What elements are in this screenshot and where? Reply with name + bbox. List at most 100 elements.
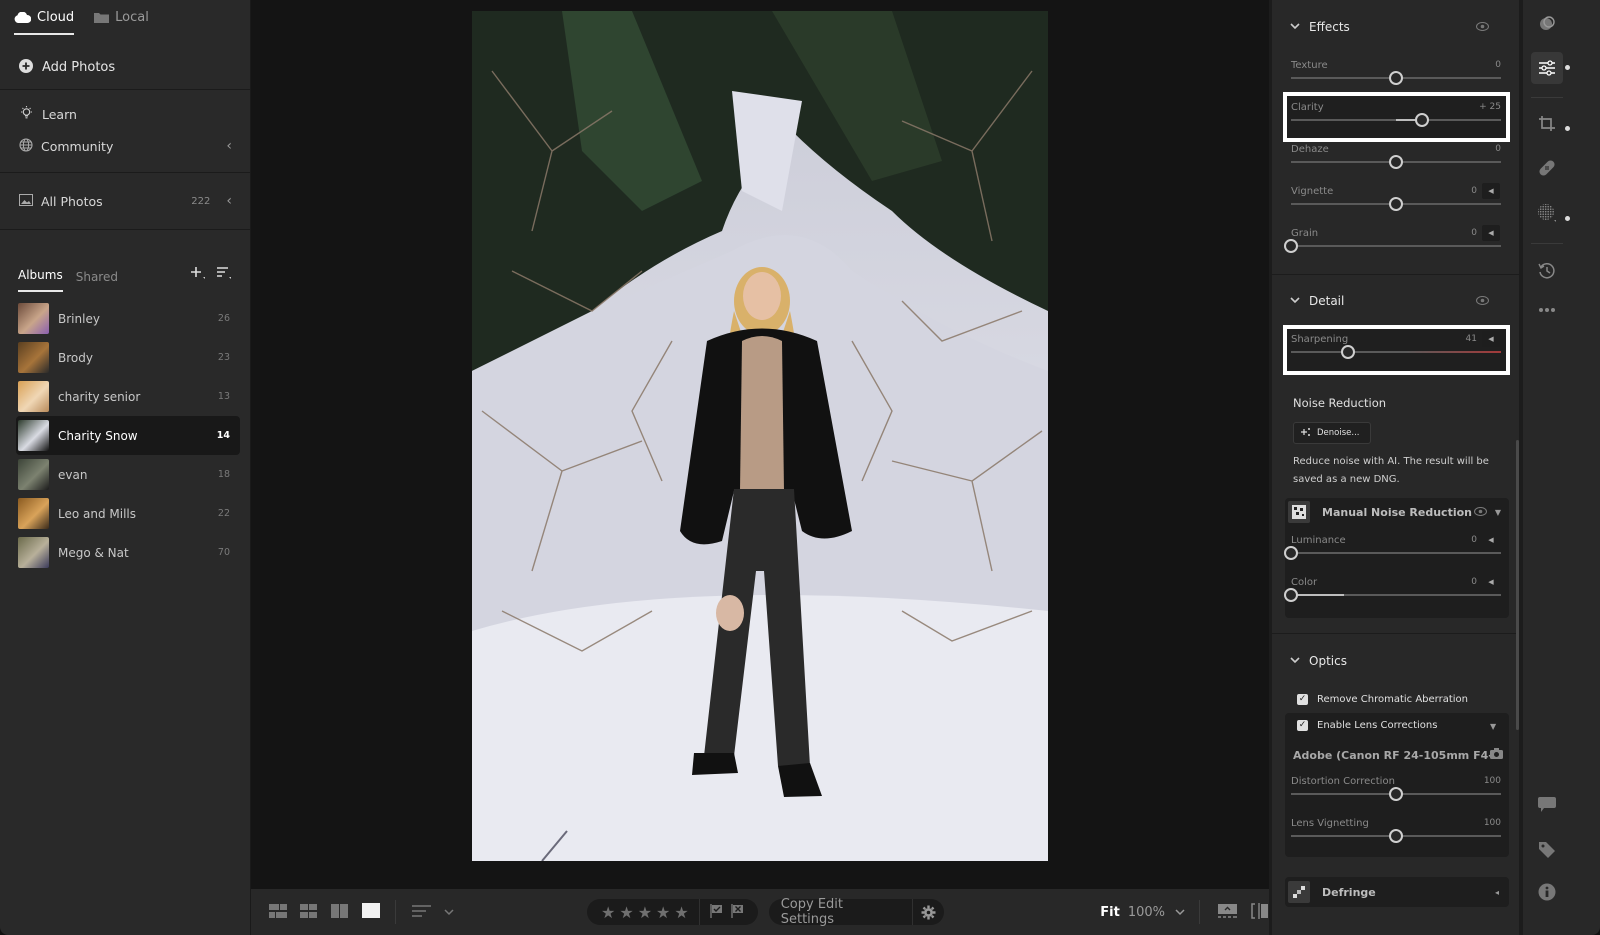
edit-panel-scrollbar[interactable] — [1516, 440, 1519, 730]
album-item[interactable]: Brinley 26 — [16, 299, 240, 338]
tab-cloud[interactable]: Cloud — [14, 10, 75, 35]
slider-thumb[interactable] — [1415, 113, 1430, 127]
chevron-left-icon[interactable]: ‹ — [226, 193, 232, 209]
slider-value[interactable]: 100 — [1484, 818, 1501, 828]
crop-icon[interactable] — [1531, 108, 1563, 140]
lens-profile-selector[interactable]: Adobe (Canon RF 24-105mm F4-7.... — [1293, 748, 1503, 762]
slider-track[interactable] — [1284, 588, 1501, 602]
slider-value[interactable]: 0 — [1495, 144, 1501, 154]
slider-value[interactable]: 0 — [1471, 577, 1477, 587]
add-album-icon[interactable] — [190, 266, 206, 284]
slider-thumb[interactable] — [1389, 787, 1403, 801]
masking-icon[interactable] — [1531, 197, 1563, 229]
slider-thumb[interactable] — [1389, 155, 1403, 169]
grid-view-icon[interactable] — [300, 903, 317, 921]
slider-thumb[interactable] — [1284, 588, 1298, 602]
slider-track[interactable] — [1291, 829, 1501, 843]
history-icon[interactable] — [1531, 255, 1563, 287]
show-original-icon[interactable] — [1218, 903, 1237, 921]
detail-section-header[interactable]: Detail — [1290, 294, 1344, 308]
defringe-panel[interactable]: Defringe ◂ — [1285, 877, 1509, 907]
slider-value[interactable]: 0 — [1495, 60, 1501, 70]
star-icon[interactable]: ★ — [674, 903, 688, 922]
fit-zoom-button[interactable]: Fit — [1100, 905, 1120, 920]
album-item[interactable]: Charity Snow 14 — [16, 416, 240, 455]
tab-local[interactable]: Local — [94, 10, 149, 33]
tab-albums[interactable]: Albums — [18, 268, 63, 292]
slider-value[interactable]: 100 — [1484, 776, 1501, 786]
expand-arrow-icon[interactable]: ◀ — [1482, 225, 1500, 241]
album-item[interactable]: Leo and Mills 22 — [16, 494, 240, 533]
dropdown-arrow-icon[interactable]: ▼ — [1490, 722, 1496, 731]
detail-view-icon[interactable] — [362, 903, 380, 921]
chevron-left-icon[interactable]: ‹ — [226, 138, 232, 154]
reject-flag-icon[interactable] — [731, 903, 744, 921]
dropdown-arrow-icon[interactable]: ▼ — [1495, 508, 1501, 517]
slider-track[interactable] — [1291, 345, 1501, 359]
slider-value[interactable]: 41 — [1466, 334, 1477, 344]
compare-view-icon[interactable] — [331, 903, 348, 921]
slider-track[interactable] — [1284, 239, 1501, 253]
slider-track[interactable] — [1284, 546, 1501, 560]
slider-thumb[interactable] — [1340, 345, 1355, 359]
album-item[interactable]: Brody 23 — [16, 338, 240, 377]
slider-track[interactable] — [1291, 155, 1501, 169]
album-item[interactable]: Mego & Nat 70 — [16, 533, 240, 572]
album-item[interactable]: evan 18 — [16, 455, 240, 494]
copy-edit-settings-button[interactable]: Copy Edit Settings — [769, 897, 913, 927]
tab-shared[interactable]: Shared — [76, 270, 118, 292]
expand-arrow-icon[interactable]: ◀ — [1482, 574, 1500, 590]
expand-arrow-icon[interactable]: ◀ — [1482, 331, 1500, 347]
sort-icon[interactable] — [216, 266, 232, 284]
nav-community[interactable]: Community ‹ — [0, 130, 250, 162]
comments-icon[interactable] — [1531, 789, 1563, 821]
eye-icon[interactable] — [1473, 506, 1487, 519]
slider-track[interactable] — [1291, 71, 1501, 85]
edit-sliders-icon[interactable] — [1531, 52, 1563, 84]
optics-section-header[interactable]: Optics — [1290, 654, 1347, 668]
eye-icon[interactable] — [1475, 20, 1490, 34]
defringe-header[interactable]: Defringe ◂ — [1285, 877, 1509, 907]
nav-learn[interactable]: Learn — [0, 98, 250, 130]
slider-value[interactable]: 0 — [1471, 535, 1477, 545]
star-icon[interactable]: ★ — [638, 903, 652, 922]
effects-section-header[interactable]: Effects — [1290, 20, 1350, 34]
square-grid-view-icon[interactable] — [269, 903, 287, 921]
slider-thumb[interactable] — [1284, 546, 1298, 560]
slider-track[interactable] — [1291, 787, 1501, 801]
slider-thumb[interactable] — [1389, 71, 1403, 85]
info-icon[interactable] — [1531, 876, 1563, 908]
keywords-icon[interactable] — [1531, 834, 1563, 866]
sort-icon[interactable] — [412, 904, 432, 921]
presets-icon[interactable] — [1531, 8, 1563, 40]
expand-arrow-icon[interactable]: ◀ — [1482, 532, 1500, 548]
remove-chromatic-aberration-checkbox[interactable]: ✓ Remove Chromatic Aberration — [1297, 694, 1468, 705]
denoise-button[interactable]: Denoise... — [1293, 422, 1371, 444]
add-photos-button[interactable]: Add Photos — [0, 46, 250, 90]
slider-thumb[interactable] — [1284, 239, 1298, 253]
chevron-down-icon[interactable] — [444, 905, 454, 919]
expand-arrow-icon[interactable]: ◂ — [1495, 888, 1499, 897]
main-photo[interactable] — [472, 11, 1048, 861]
slider-thumb[interactable] — [1389, 197, 1403, 211]
nav-all-photos[interactable]: All Photos 222 ‹ — [0, 185, 250, 217]
gear-icon[interactable] — [912, 899, 944, 925]
slider-value[interactable]: + 25 — [1479, 102, 1501, 112]
star-icon[interactable]: ★ — [601, 903, 615, 922]
star-icon[interactable]: ★ — [656, 903, 670, 922]
star-icon[interactable]: ★ — [619, 903, 633, 922]
healing-icon[interactable] — [1531, 152, 1563, 184]
eye-icon[interactable] — [1475, 294, 1490, 308]
slider-track[interactable] — [1291, 197, 1501, 211]
chevron-down-icon[interactable] — [1175, 905, 1185, 919]
before-after-icon[interactable] — [1251, 902, 1269, 922]
expand-arrow-icon[interactable]: ◀ — [1482, 183, 1500, 199]
pick-flag-icon[interactable] — [710, 903, 723, 921]
manual-nr-header[interactable]: Manual Noise Reduction ▼ — [1285, 498, 1509, 526]
slider-value[interactable]: 0 — [1471, 186, 1477, 196]
enable-lens-corrections-checkbox[interactable]: ✓ Enable Lens Corrections — [1297, 720, 1437, 731]
slider-thumb[interactable] — [1389, 829, 1403, 843]
zoom-level[interactable]: 100% — [1128, 905, 1165, 920]
more-icon[interactable] — [1531, 294, 1563, 326]
album-item[interactable]: charity senior 13 — [16, 377, 240, 416]
